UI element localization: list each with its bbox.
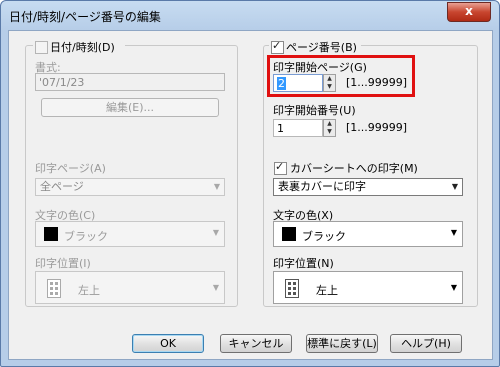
spin-up-icon[interactable]: ▲	[324, 75, 335, 83]
chevron-down-icon: ▼	[212, 228, 219, 237]
chevron-down-icon: ▼	[212, 283, 219, 292]
chevron-down-icon: ▼	[451, 182, 458, 191]
start-page-label: 印字開始ページ(G)	[273, 61, 367, 74]
cover-print-label: カバーシートへの印字(M)	[290, 162, 418, 175]
start-number-input[interactable]: 1	[273, 119, 323, 137]
cover-print-select[interactable]: 表裏カバーに印字 ▼	[273, 178, 463, 196]
datetime-label: 日付/時刻(D)	[50, 41, 115, 54]
start-page-range: [1...99999]	[346, 76, 408, 89]
spin-down-icon[interactable]: ▼	[324, 128, 335, 136]
text-color-select-right[interactable]: ブラック ▼	[273, 221, 463, 247]
start-page-spinner[interactable]: ▲ ▼	[323, 74, 336, 92]
page-number-checkbox[interactable]	[271, 39, 284, 54]
color-swatch-left	[44, 227, 58, 241]
page-position-icon	[47, 279, 61, 298]
print-position-select-left[interactable]: 左上 ▼	[35, 271, 225, 304]
chevron-down-icon: ▼	[213, 182, 220, 191]
datetime-checkbox[interactable]	[35, 41, 48, 54]
print-position-label-right: 印字位置(N)	[273, 257, 334, 270]
dialog-client-area: 日付/時刻(D) 書式: '07/1/23 編集(E)... 印字ページ(A) …	[8, 30, 493, 360]
text-color-value-left: ブラック	[64, 230, 108, 243]
spin-up-icon[interactable]: ▲	[324, 120, 335, 128]
print-page-value: 全ページ	[40, 180, 84, 193]
restore-default-button[interactable]: 標準に戻す(L)	[306, 334, 378, 353]
chevron-down-icon: ▼	[450, 228, 457, 237]
dialog-window: 日付/時刻/ページ番号の編集 x 日付/時刻(D) 書式: '07/1/23 編…	[0, 0, 500, 367]
start-page-value: 2	[277, 77, 286, 90]
start-number-spinner[interactable]: ▲ ▼	[323, 119, 336, 137]
window-title: 日付/時刻/ページ番号の編集	[9, 10, 161, 24]
help-button[interactable]: ヘルプ(H)	[390, 334, 462, 353]
print-position-label-left: 印字位置(I)	[35, 257, 91, 270]
print-position-value-right: 左上	[316, 284, 338, 297]
title-bar[interactable]: 日付/時刻/ページ番号の編集 x	[1, 1, 499, 29]
cover-print-value: 表裏カバーに印字	[278, 180, 366, 193]
print-page-label: 印字ページ(A)	[35, 162, 106, 175]
chevron-down-icon: ▼	[450, 283, 457, 292]
text-color-value-right: ブラック	[302, 230, 346, 243]
page-number-header: ページ番号(B)	[269, 39, 361, 54]
print-position-value-left: 左上	[78, 284, 100, 297]
start-page-input[interactable]: 2	[273, 74, 323, 92]
ok-button[interactable]: OK	[132, 334, 204, 353]
start-number-label: 印字開始番号(U)	[273, 104, 356, 117]
datetime-header: 日付/時刻(D)	[33, 39, 125, 54]
page-number-label: ページ番号(B)	[286, 41, 357, 54]
cover-print-checkbox[interactable]	[274, 160, 287, 175]
close-button[interactable]: x	[447, 2, 491, 22]
start-number-range: [1...99999]	[346, 121, 408, 134]
cancel-button[interactable]: キャンセル	[220, 334, 292, 353]
spin-down-icon[interactable]: ▼	[324, 83, 335, 91]
text-color-select-left[interactable]: ブラック ▼	[35, 221, 225, 247]
edit-button[interactable]: 編集(E)...	[41, 98, 219, 117]
page-position-icon	[285, 279, 299, 298]
color-swatch-right	[282, 227, 296, 241]
print-page-select[interactable]: 全ページ ▼	[35, 178, 225, 196]
format-field[interactable]: '07/1/23	[35, 73, 225, 91]
print-position-select-right[interactable]: 左上 ▼	[273, 271, 463, 304]
